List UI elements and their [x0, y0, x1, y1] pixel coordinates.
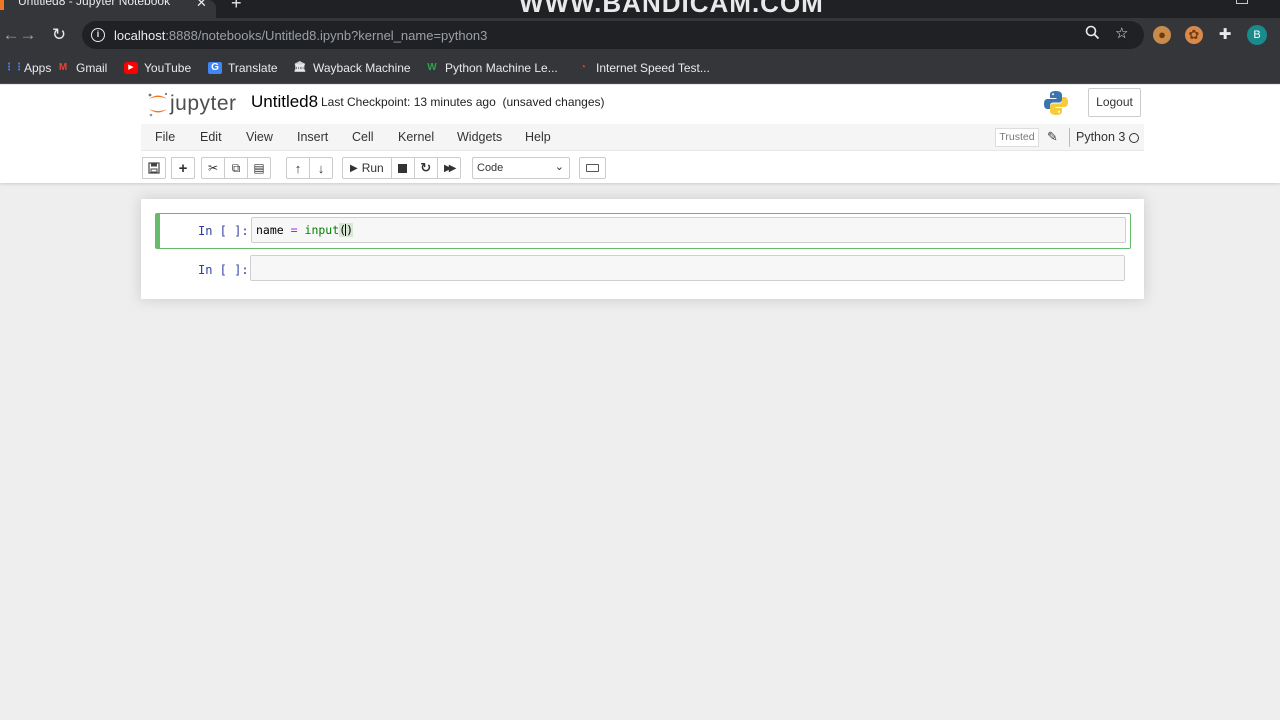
youtube-icon: ▶ [124, 62, 138, 74]
stop-icon [398, 163, 408, 173]
site-info-icon[interactable]: i [91, 28, 105, 42]
menu-edit[interactable]: Edit [200, 130, 222, 144]
restart-button[interactable]: ↻ [413, 157, 438, 179]
bookmark-wayback[interactable]: 🏛 Wayback Machine [293, 60, 411, 76]
restart-icon: ↻ [420, 160, 432, 175]
checkpoint-status: Last Checkpoint: 13 minutes ago (unsaved… [321, 95, 605, 109]
arrow-down-icon: ↓ [317, 160, 325, 176]
interrupt-button[interactable] [390, 157, 415, 179]
forward-arrow-icon[interactable]: → [17, 24, 39, 46]
bookmarks-bar: ⋮⋮ Apps M Gmail ▶ YouTube G Translate 🏛 Wayba… [0, 52, 1280, 84]
recording-watermark: WWW.BANDICAM.COM [519, 0, 824, 18]
kernel-idle-indicator-icon [1129, 133, 1139, 143]
cell-prompt: In [ ]: [198, 263, 249, 277]
cell-input-editor[interactable]: name = input() [251, 217, 1126, 243]
cell-type-select[interactable]: Code ⌄ [472, 157, 570, 179]
insert-group: + [171, 157, 195, 179]
menu-view[interactable]: View [246, 130, 273, 144]
copy-icon: ⧉ [231, 160, 241, 175]
fast-forward-icon: ▶▶ [444, 162, 457, 174]
cell-input-editor[interactable] [250, 255, 1125, 281]
notebook-name[interactable]: Untitled8 [251, 92, 318, 112]
browser-tab[interactable]: Untitled8 - Jupyter Notebook ✕ [0, 0, 216, 18]
browser-tab-strip: Untitled8 - Jupyter Notebook ✕ + WWW.BAN… [0, 0, 1280, 18]
trusted-indicator[interactable]: Trusted [995, 128, 1039, 147]
save-icon [148, 162, 160, 174]
jupyter-logo[interactable]: jupyter [146, 90, 246, 118]
run-button[interactable]: ▶ Run [342, 157, 392, 179]
chevron-down-icon: ⌄ [554, 161, 564, 173]
speedtest-icon: ◔ [579, 62, 587, 73]
reload-icon[interactable]: ↻ [48, 24, 70, 46]
copy-button[interactable]: ⧉ [224, 157, 248, 179]
python-ml-icon: W [427, 62, 437, 73]
window-minimize-icon[interactable] [1236, 0, 1248, 4]
pencil-edit-icon[interactable]: ✎ [1047, 129, 1058, 145]
menu-insert[interactable]: Insert [297, 130, 328, 144]
save-button[interactable] [142, 157, 166, 179]
jupyter-logo-icon [148, 92, 168, 117]
code-cell-selected[interactable]: In [ ]: name = input() [155, 213, 1131, 249]
bookmark-youtube[interactable]: ▶ YouTube [124, 60, 191, 76]
url-text[interactable]: localhost:8888/notebooks/Untitled8.ipynb… [114, 28, 487, 43]
play-icon: ▶ [350, 162, 358, 174]
keyboard-icon [586, 164, 599, 172]
menu-cell[interactable]: Cell [352, 130, 374, 144]
command-palette-button[interactable] [579, 157, 606, 179]
bookmark-speedtest[interactable]: ◔ Internet Speed Test... [576, 60, 710, 76]
zoom-search-icon[interactable] [1085, 25, 1100, 44]
browser-toolbar: ← → ↻ i localhost:8888/notebooks/Untitle… [0, 18, 1280, 52]
address-bar[interactable]: i localhost:8888/notebooks/Untitled8.ipy… [82, 21, 1144, 49]
cookie-extension-icon[interactable]: ● [1153, 26, 1171, 44]
bookmark-python-ml[interactable]: W Python Machine Le... [425, 60, 557, 76]
translate-icon: G [208, 62, 222, 74]
jupyter-favicon-icon [0, 0, 4, 10]
menu-bar: File Edit View Insert Cell Kernel Widget… [141, 124, 1144, 151]
edit-group: ✂ ⧉ ▤ [201, 157, 271, 179]
menu-file[interactable]: File [155, 130, 175, 144]
wayback-icon: 🏛 [293, 62, 307, 73]
cookie-editor-extension-icon[interactable]: ✿ [1185, 26, 1203, 44]
arrow-up-icon: ↑ [294, 160, 302, 176]
logout-button[interactable]: Logout [1088, 88, 1141, 117]
code-cell[interactable]: In [ ]: [155, 253, 1131, 283]
apps-grid-icon: ⋮⋮ [4, 62, 24, 73]
profile-avatar[interactable]: B [1247, 25, 1267, 45]
menu-kernel[interactable]: Kernel [398, 130, 434, 144]
tab-title: Untitled8 - Jupyter Notebook [18, 0, 171, 8]
move-down-button[interactable]: ↓ [309, 157, 333, 179]
move-up-button[interactable]: ↑ [286, 157, 310, 179]
restart-run-all-button[interactable]: ▶▶ [436, 157, 461, 179]
insert-cell-button[interactable]: + [171, 157, 195, 179]
cut-button[interactable]: ✂ [201, 157, 225, 179]
new-tab-icon[interactable]: + [231, 0, 242, 14]
menu-widgets[interactable]: Widgets [457, 130, 502, 144]
menu-help[interactable]: Help [525, 130, 551, 144]
bookmark-translate[interactable]: G Translate [208, 60, 278, 76]
move-group: ↑ ↓ [286, 157, 333, 179]
bookmark-apps[interactable]: ⋮⋮ Apps [4, 60, 51, 76]
bookmark-gmail[interactable]: M Gmail [56, 60, 108, 76]
kernel-name[interactable]: Python 3 [1076, 130, 1125, 144]
cell-prompt: In [ ]: [198, 224, 249, 238]
close-tab-icon[interactable]: ✕ [196, 0, 207, 11]
save-group [142, 157, 166, 179]
gmail-icon: M [58, 62, 68, 73]
python-logo-icon [1044, 91, 1068, 115]
notebook-container: In [ ]: name = input() In [ ]: [141, 199, 1144, 299]
jupyter-header: jupyter Untitled8 Last Checkpoint: 13 mi… [0, 85, 1280, 183]
paste-button[interactable]: ▤ [247, 157, 271, 179]
kernel-separator [1069, 128, 1070, 147]
paste-icon: ▤ [253, 161, 265, 175]
extensions-puzzle-icon[interactable]: ✚ [1216, 26, 1234, 44]
scissors-icon: ✂ [207, 161, 219, 175]
bookmark-star-icon[interactable]: ☆ [1115, 24, 1128, 42]
plus-icon: + [178, 159, 188, 177]
run-group: ▶ Run ↻ ▶▶ [342, 157, 461, 179]
